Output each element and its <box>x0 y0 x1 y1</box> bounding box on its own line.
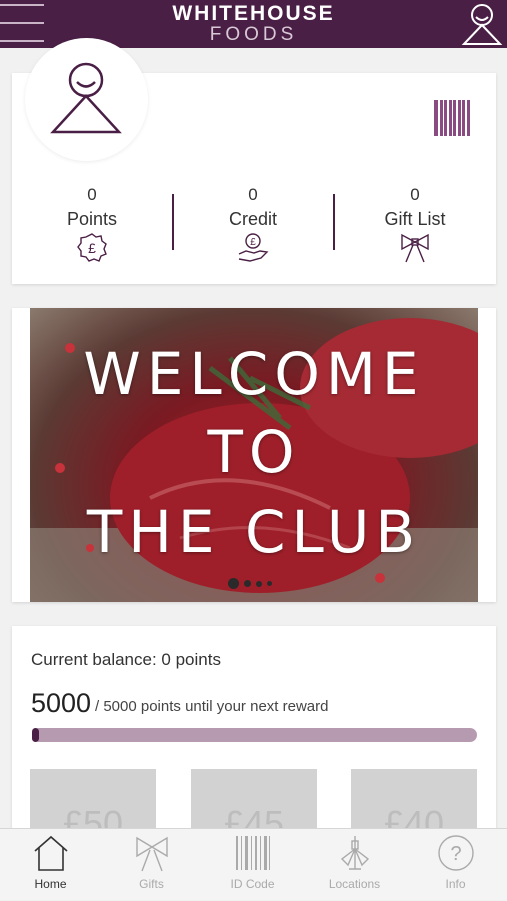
tab-id-code-label: ID Code <box>230 877 275 891</box>
stat-credit[interactable]: 0 Credit £ <box>183 185 323 264</box>
home-icon <box>33 835 68 871</box>
reward-progress-bar <box>32 728 477 742</box>
stat-divider <box>333 194 335 250</box>
tab-home-label: Home <box>34 877 67 891</box>
banner-line-1: WELCOME <box>83 340 425 408</box>
banner-card: WELCOME TO THE CLUB <box>12 308 496 602</box>
user-icon[interactable] <box>461 2 503 46</box>
barcode-icon[interactable] <box>434 100 470 136</box>
svg-text:£: £ <box>88 240 96 256</box>
carousel-dot[interactable] <box>256 580 262 587</box>
carousel-dot[interactable] <box>267 581 272 586</box>
credit-label: Credit <box>228 209 277 229</box>
svg-text:£: £ <box>250 237 256 248</box>
points-value: 0 <box>87 185 97 204</box>
brand-title: WHITEHOUSE <box>172 2 335 25</box>
svg-text:?: ? <box>450 843 461 865</box>
pound-hand-icon: £ <box>238 233 269 262</box>
banner-line-3: THE CLUB <box>86 498 422 566</box>
stat-points[interactable]: 0 Points £ <box>22 185 162 264</box>
stat-gift-list[interactable]: 0 Gift List <box>345 185 485 264</box>
reward-progress-fill <box>32 728 39 742</box>
points-remaining-text: / 5000 points until your next reward <box>95 698 329 715</box>
tab-gifts[interactable]: Gifts <box>101 829 202 901</box>
gift-list-value: 0 <box>410 185 420 204</box>
gift-list-label: Gift List <box>384 209 446 229</box>
locations-icon <box>340 836 369 870</box>
carousel-dot[interactable] <box>244 580 251 587</box>
bow-icon <box>135 836 168 872</box>
carousel-dot[interactable] <box>228 578 239 589</box>
tab-locations[interactable]: Locations <box>304 829 405 901</box>
pound-badge-icon: £ <box>77 233 107 262</box>
banner-image[interactable]: WELCOME TO THE CLUB <box>30 308 478 602</box>
tab-id-code[interactable]: ID Code <box>202 829 303 901</box>
stat-divider <box>172 194 174 250</box>
banner-line-2: TO <box>207 418 301 486</box>
points-label: Points <box>66 209 118 229</box>
tab-home[interactable]: Home <box>0 829 101 901</box>
points-remaining: 5000 <box>31 688 92 718</box>
bottom-tab-bar: Home Gifts ID Code Locations ? Info <box>0 828 507 900</box>
tab-info-label: Info <box>445 877 466 891</box>
tab-info[interactable]: ? Info <box>405 829 506 901</box>
tab-locations-label: Locations <box>328 877 381 891</box>
current-balance-label: Current balance: 0 points <box>31 650 221 669</box>
avatar[interactable] <box>25 38 148 161</box>
bow-icon <box>401 233 429 263</box>
info-icon: ? <box>437 835 474 871</box>
avatar-icon <box>50 62 122 134</box>
carousel-dots[interactable] <box>228 578 272 589</box>
barcode-icon <box>235 836 270 870</box>
tab-gifts-label: Gifts <box>139 877 164 891</box>
credit-value: 0 <box>248 185 258 204</box>
